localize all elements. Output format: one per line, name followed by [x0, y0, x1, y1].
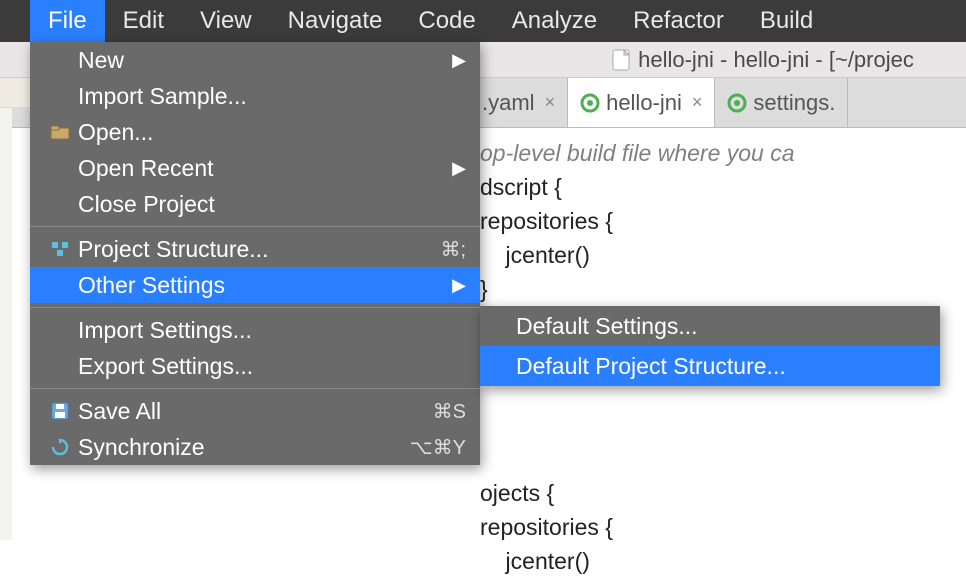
menubar-item-build[interactable]: Build — [742, 0, 831, 42]
menu-separator — [30, 307, 480, 308]
menu-item-label: Close Project — [78, 191, 215, 218]
menu-item-label: Synchronize — [78, 434, 205, 461]
menubar-item-file[interactable]: File — [30, 0, 105, 42]
submenu-arrow-icon: ▶ — [452, 50, 466, 71]
menu-item-label: Open... — [78, 119, 153, 146]
submenu-item-default-settings[interactable]: Default Settings... — [480, 306, 940, 346]
menubar: FileEditViewNavigateCodeAnalyzeRefactorB… — [0, 0, 966, 42]
menu-shortcut: ⌥⌘Y — [410, 435, 466, 460]
tab-label: .yaml — [482, 90, 535, 116]
menu-item-label: Project Structure... — [78, 236, 268, 263]
menubar-item-code[interactable]: Code — [400, 0, 493, 42]
menubar-item-edit[interactable]: Edit — [105, 0, 182, 42]
menu-item-other-settings[interactable]: Other Settings ▶ — [30, 267, 480, 303]
tab-label: settings. — [753, 90, 835, 116]
code-line: op-level build file where you ca — [480, 136, 966, 170]
code-line: repositories { — [480, 204, 966, 238]
other-settings-submenu: Default Settings... Default Project Struc… — [480, 306, 940, 386]
code-line: dscript { — [480, 170, 966, 204]
code-line: } — [480, 272, 966, 306]
menu-separator — [30, 388, 480, 389]
menu-item-project-structure[interactable]: Project Structure... ⌘; — [30, 231, 480, 267]
menu-item-open[interactable]: Open... — [30, 114, 480, 150]
menu-separator — [30, 226, 480, 227]
menu-shortcut: ⌘S — [433, 399, 466, 424]
structure-icon — [46, 240, 74, 258]
tab-label: hello-jni — [606, 90, 682, 116]
editor-tab[interactable]: settings. — [715, 78, 848, 127]
menu-item-close-project[interactable]: Close Project — [30, 186, 480, 222]
menubar-item-analyze[interactable]: Analyze — [494, 0, 615, 42]
code-line: ojects { — [480, 476, 966, 510]
menu-item-import-sample[interactable]: Import Sample... — [30, 78, 480, 114]
menu-item-label: Export Settings... — [78, 353, 253, 380]
editor-tab[interactable]: .yaml × — [470, 78, 568, 127]
code-line: jcenter() — [480, 544, 966, 578]
menu-item-export-settings[interactable]: Export Settings... — [30, 348, 480, 384]
menubar-item-refactor[interactable]: Refactor — [615, 0, 742, 42]
close-icon[interactable]: × — [545, 92, 556, 113]
menu-item-label: Save All — [78, 398, 161, 425]
menu-item-label: Import Sample... — [78, 83, 247, 110]
submenu-arrow-icon: ▶ — [452, 275, 466, 296]
menu-item-label: New — [78, 47, 124, 74]
code-line: jcenter() — [480, 238, 966, 272]
sync-icon — [46, 437, 74, 457]
menubar-item-view[interactable]: View — [182, 0, 270, 42]
menu-item-label: Other Settings — [78, 272, 225, 299]
menu-item-new[interactable]: New ▶ — [30, 42, 480, 78]
close-icon[interactable]: × — [692, 92, 703, 113]
menu-item-open-recent[interactable]: Open Recent ▶ — [30, 150, 480, 186]
menubar-item-navigate[interactable]: Navigate — [270, 0, 401, 42]
menu-item-label: Import Settings... — [78, 317, 252, 344]
folder-icon — [46, 124, 74, 140]
file-menu-dropdown: New ▶ Import Sample... Open... Open Recent ▶ C… — [30, 42, 480, 465]
save-icon — [46, 402, 74, 420]
document-icon — [612, 49, 630, 71]
editor-tab[interactable]: hello-jni × — [568, 78, 715, 127]
breadcrumb-fragment — [0, 78, 30, 108]
code-line — [480, 408, 966, 442]
gradle-icon — [580, 93, 600, 113]
gradle-icon — [727, 93, 747, 113]
menu-shortcut: ⌘; — [440, 237, 466, 262]
menu-item-import-settings[interactable]: Import Settings... — [30, 312, 480, 348]
window-title-text: hello-jni - hello-jni - [~/projec — [638, 47, 914, 73]
menu-item-save-all[interactable]: Save All ⌘S — [30, 393, 480, 429]
menu-item-synchronize[interactable]: Synchronize ⌥⌘Y — [30, 429, 480, 465]
submenu-item-label: Default Project Structure... — [516, 353, 786, 380]
menu-item-label: Open Recent — [78, 155, 214, 182]
submenu-arrow-icon: ▶ — [452, 158, 466, 179]
code-line: repositories { — [480, 510, 966, 544]
submenu-item-label: Default Settings... — [516, 313, 698, 340]
editor-gutter — [0, 78, 12, 540]
submenu-item-default-project-structure[interactable]: Default Project Structure... — [480, 346, 940, 386]
code-line — [480, 442, 966, 476]
